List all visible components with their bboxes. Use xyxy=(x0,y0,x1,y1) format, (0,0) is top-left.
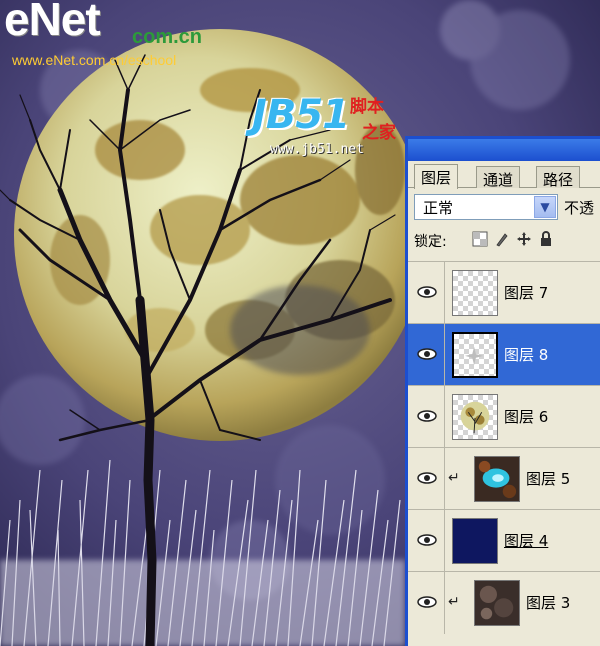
eye-icon[interactable] xyxy=(416,344,438,364)
jb51-watermark-cn-line2: 之家 xyxy=(362,123,396,143)
layer-thumbnail xyxy=(474,580,520,626)
jb51-watermark-url: www.jb51.net xyxy=(270,142,364,157)
tab-layers[interactable]: 图层 xyxy=(414,164,459,189)
column-divider xyxy=(444,262,445,324)
blend-row: 正常 ▼ 不透 xyxy=(414,192,600,222)
lock-paint-icon[interactable] xyxy=(494,231,510,247)
clipping-mask-icon: ↵ xyxy=(448,594,460,610)
layer-name: 图层 7 xyxy=(504,284,549,302)
eye-icon[interactable] xyxy=(416,282,438,302)
column-divider xyxy=(444,448,445,510)
eye-icon[interactable] xyxy=(416,468,438,488)
layers-list: 图层 7 图层 8 图层 6 ↵ 图层 5 图层 4 ↵ 图层 3 xyxy=(408,261,600,634)
layer-thumbnail xyxy=(452,518,498,564)
layer-thumbnail xyxy=(474,456,520,502)
enet-watermark-url: www.eNet.com.cn/eschool xyxy=(12,52,177,68)
layer-name: 图层 4 xyxy=(504,532,549,550)
lock-row: 锁定: xyxy=(414,229,600,251)
column-divider xyxy=(444,572,445,634)
eye-icon[interactable] xyxy=(416,530,438,550)
layers-panel: 图层 通道 路径 正常 ▼ 不透 锁定: 图层 7 图层 8 图层 6 ↵ 图层… xyxy=(405,136,600,646)
panel-tabs: 图层 通道 路径 xyxy=(408,164,600,189)
clipping-mask-icon: ↵ xyxy=(448,470,460,486)
layer-thumbnail xyxy=(452,394,498,440)
jb51-watermark-cn-line1: 脚本 xyxy=(350,97,384,117)
lock-all-icon[interactable] xyxy=(538,231,554,247)
eye-icon[interactable] xyxy=(416,406,438,426)
column-divider xyxy=(444,510,445,572)
lock-transparent-icon[interactable] xyxy=(472,231,488,247)
layer-name: 图层 6 xyxy=(504,408,549,426)
layer-name: 图层 5 xyxy=(526,470,571,488)
layer-name: 图层 3 xyxy=(526,594,571,612)
layer-thumbnail xyxy=(452,270,498,316)
layer-row[interactable]: 图层 4 xyxy=(408,509,600,572)
layer-row[interactable]: 图层 6 xyxy=(408,385,600,448)
grass-frost-fill xyxy=(0,560,405,646)
layer-row[interactable]: ↵ 图层 3 xyxy=(408,571,600,634)
tab-paths[interactable]: 路径 xyxy=(536,166,581,189)
column-divider xyxy=(444,386,445,448)
lock-label: 锁定: xyxy=(414,234,447,250)
opacity-label: 不透 xyxy=(564,199,595,217)
layer-row[interactable]: ↵ 图层 5 xyxy=(408,447,600,510)
chevron-down-icon[interactable]: ▼ xyxy=(534,196,556,218)
lock-move-icon[interactable] xyxy=(516,231,532,247)
blend-mode-value: 正常 xyxy=(423,199,454,217)
layer-row[interactable]: 图层 8 xyxy=(408,323,600,386)
blend-mode-select[interactable]: 正常 ▼ xyxy=(414,194,558,220)
jb51-watermark-logo: JB51 xyxy=(252,92,350,138)
panel-titlebar[interactable] xyxy=(408,139,600,161)
layer-row[interactable]: 图层 7 xyxy=(408,261,600,324)
layer-name: 图层 8 xyxy=(504,346,549,364)
eye-icon[interactable] xyxy=(416,592,438,612)
enet-watermark-logo: eNet xyxy=(4,0,101,45)
tab-channels[interactable]: 通道 xyxy=(476,166,521,189)
column-divider xyxy=(444,324,445,386)
enet-watermark-domain: com.cn xyxy=(132,26,203,48)
layer-thumbnail xyxy=(452,332,498,378)
